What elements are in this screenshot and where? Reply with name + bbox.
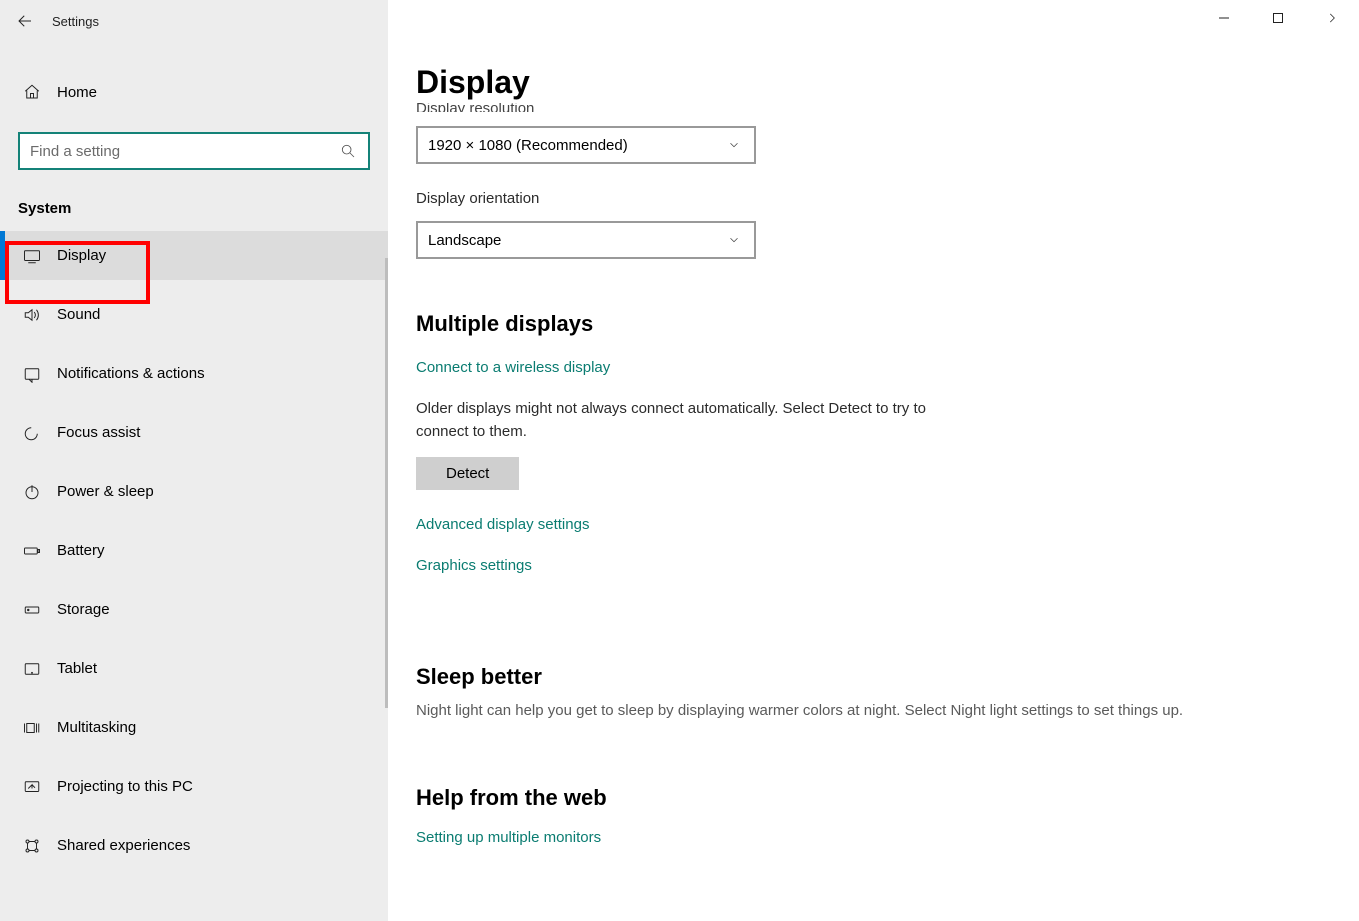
tablet-icon — [22, 659, 42, 679]
sidebar-nav-list: Display Sound — [0, 231, 388, 870]
sidebar-item-label: Multitasking — [57, 719, 136, 736]
sidebar: Settings Home — [0, 0, 388, 921]
search-icon — [338, 141, 358, 161]
battery-icon — [22, 541, 42, 561]
chevron-down-icon — [724, 135, 744, 155]
sidebar-item-notifications[interactable]: Notifications & actions — [0, 349, 388, 398]
multiple-displays-heading: Multiple displays — [416, 311, 1323, 337]
display-icon — [22, 246, 42, 266]
orientation-value: Landscape — [428, 232, 724, 249]
sidebar-item-storage[interactable]: Storage — [0, 585, 388, 634]
chevron-down-icon — [724, 230, 744, 250]
sidebar-item-label: Notifications & actions — [57, 365, 205, 382]
resolution-label-truncated: Display resolution — [416, 103, 1323, 112]
sidebar-item-label: Projecting to this PC — [57, 778, 193, 795]
sidebar-section-system: System — [18, 200, 388, 217]
resolution-value: 1920 × 1080 (Recommended) — [428, 137, 724, 154]
app-title: Settings — [52, 14, 99, 29]
sidebar-item-projecting[interactable]: Projecting to this PC — [0, 762, 388, 811]
sleep-better-description: Night light can help you get to sleep by… — [416, 700, 1323, 723]
wireless-display-link[interactable]: Connect to a wireless display — [416, 359, 610, 376]
sidebar-item-label: Power & sleep — [57, 483, 154, 500]
maximize-button[interactable] — [1251, 0, 1305, 36]
detect-hint-text: Older displays might not always connect … — [416, 398, 976, 443]
advanced-display-link[interactable]: Advanced display settings — [416, 516, 589, 533]
sound-icon — [22, 305, 42, 325]
detect-button[interactable]: Detect — [416, 457, 519, 490]
sidebar-home[interactable]: Home — [0, 68, 388, 116]
sidebar-item-multitasking[interactable]: Multitasking — [0, 703, 388, 752]
multitasking-icon — [22, 718, 42, 738]
sidebar-item-label: Focus assist — [57, 424, 140, 441]
help-heading: Help from the web — [416, 785, 1323, 811]
sleep-better-heading: Sleep better — [416, 664, 1323, 690]
search-box[interactable] — [18, 132, 370, 170]
shared-experiences-icon — [22, 836, 42, 856]
sidebar-item-label: Tablet — [57, 660, 97, 677]
sidebar-item-label: Sound — [57, 306, 100, 323]
window-controls — [1197, 0, 1359, 36]
sidebar-item-tablet[interactable]: Tablet — [0, 644, 388, 693]
sidebar-item-display[interactable]: Display — [0, 231, 388, 280]
focus-assist-icon — [22, 423, 42, 443]
titlebar: Settings — [0, 0, 388, 42]
back-arrow-icon — [15, 11, 35, 31]
sidebar-item-label: Battery — [57, 542, 105, 559]
sidebar-item-shared-experiences[interactable]: Shared experiences — [0, 821, 388, 870]
graphics-settings-link[interactable]: Graphics settings — [416, 557, 532, 574]
sidebar-item-label: Storage — [57, 601, 110, 618]
orientation-dropdown[interactable]: Landscape — [416, 221, 756, 259]
power-icon — [22, 482, 42, 502]
sidebar-item-power-sleep[interactable]: Power & sleep — [0, 467, 388, 516]
sidebar-item-label: Display — [57, 247, 106, 264]
resolution-dropdown[interactable]: 1920 × 1080 (Recommended) — [416, 126, 756, 164]
page-title: Display — [416, 64, 1359, 101]
search-input[interactable] — [30, 143, 338, 160]
sidebar-item-focus-assist[interactable]: Focus assist — [0, 408, 388, 457]
projecting-icon — [22, 777, 42, 797]
home-icon — [22, 82, 42, 102]
storage-icon — [22, 600, 42, 620]
orientation-label: Display orientation — [416, 190, 1323, 207]
overflow-button[interactable] — [1305, 0, 1359, 36]
sidebar-item-label: Shared experiences — [57, 837, 190, 854]
sidebar-item-sound[interactable]: Sound — [0, 290, 388, 339]
sidebar-home-label: Home — [57, 84, 97, 101]
back-button[interactable] — [0, 0, 50, 42]
sidebar-item-battery[interactable]: Battery — [0, 526, 388, 575]
minimize-button[interactable] — [1197, 0, 1251, 36]
help-link-multiple-monitors[interactable]: Setting up multiple monitors — [416, 829, 601, 846]
notifications-icon — [22, 364, 42, 384]
main-content: Display Display resolution 1920 × 1080 (… — [388, 0, 1359, 921]
